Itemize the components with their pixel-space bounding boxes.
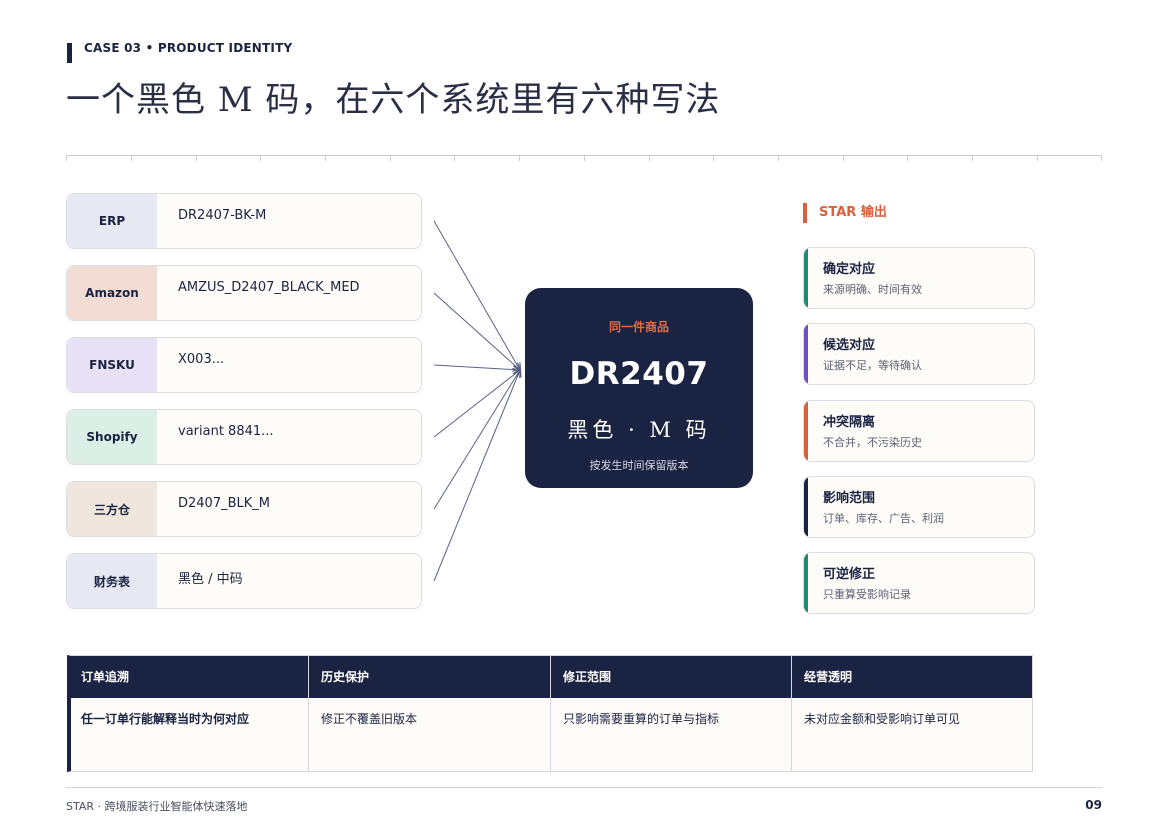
output-desc: 证据不足，等待确认 xyxy=(823,359,922,372)
column-divider xyxy=(791,656,792,771)
status-stripe xyxy=(804,553,808,613)
hub-label: 同一件商品 xyxy=(608,320,669,334)
column-divider xyxy=(308,656,309,771)
output-card-candidate: 候选对应 证据不足，等待确认 xyxy=(803,323,1035,385)
hub-sku: DR2407 xyxy=(569,356,709,392)
output-title: 冲突隔离 xyxy=(823,415,876,430)
connector-line xyxy=(433,370,520,438)
output-desc: 不合并，不污染历史 xyxy=(823,436,922,449)
footer-text: STAR · 跨境服装行业智能体快速落地 xyxy=(66,800,248,813)
table-header-cell: 历史保护 xyxy=(321,670,370,684)
output-card-impact: 影响范围 订单、库存、广告、利润 xyxy=(803,476,1035,538)
output-title: 可逆修正 xyxy=(823,567,876,582)
status-stripe xyxy=(804,248,808,308)
output-desc: 只重算受影响记录 xyxy=(823,588,911,601)
status-stripe xyxy=(804,324,808,384)
table-cell: 任一订单行能解释当时为何对应 xyxy=(81,712,250,726)
hub-note: 按发生时间保留版本 xyxy=(589,459,689,472)
output-title: 影响范围 xyxy=(823,491,876,506)
output-card-confirmed: 确定对应 来源明确、时间有效 xyxy=(803,247,1035,309)
table-header xyxy=(71,656,1032,698)
output-label: STAR 输出 xyxy=(819,205,887,220)
page-number: 09 xyxy=(1085,798,1102,812)
connector-line xyxy=(433,220,520,370)
output-title: 候选对应 xyxy=(823,338,876,353)
table-cell: 只影响需要重算的订单与指标 xyxy=(563,712,720,726)
connector-line xyxy=(433,370,520,510)
table-header-cell: 经营透明 xyxy=(804,670,853,684)
output-card-conflict: 冲突隔离 不合并，不污染历史 xyxy=(803,400,1035,462)
product-hub-card: 同一件商品 DR2407 黑色 · M 码 按发生时间保留版本 xyxy=(525,288,753,488)
output-card-reversible: 可逆修正 只重算受影响记录 xyxy=(803,552,1035,614)
status-stripe xyxy=(804,401,808,461)
footer-divider xyxy=(66,787,1102,788)
output-accent-bar xyxy=(803,203,807,223)
connector-line xyxy=(433,364,520,370)
output-title: 确定对应 xyxy=(823,262,876,277)
output-desc: 来源明确、时间有效 xyxy=(823,283,922,296)
table-header-cell: 订单追溯 xyxy=(81,670,130,684)
table-cell: 未对应金额和受影响订单可见 xyxy=(804,712,961,726)
connector-line xyxy=(433,292,520,370)
output-desc: 订单、库存、广告、利润 xyxy=(823,512,944,525)
status-stripe xyxy=(804,477,808,537)
column-divider xyxy=(550,656,551,771)
table-cell: 修正不覆盖旧版本 xyxy=(321,712,418,726)
table-header-cell: 修正范围 xyxy=(563,670,612,684)
hub-variant: 黑色 · M 码 xyxy=(567,418,711,442)
connector-line xyxy=(433,370,520,582)
summary-table: 订单追溯 历史保护 修正范围 经营透明 任一订单行能解释当时为何对应 修正不覆盖… xyxy=(67,655,1033,772)
